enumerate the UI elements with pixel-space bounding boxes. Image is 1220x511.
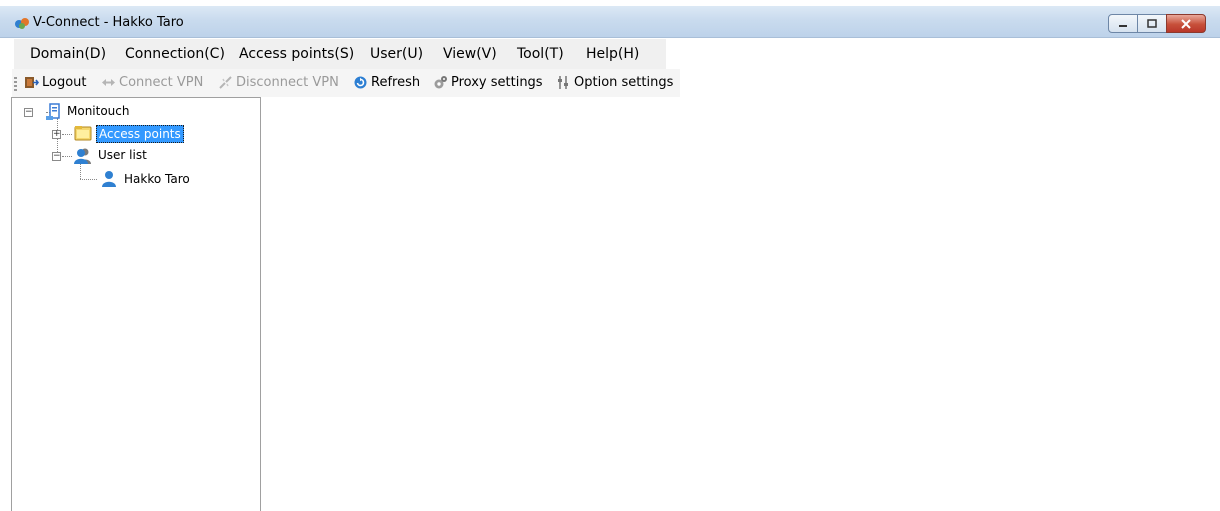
- option-settings-label: Option settings: [574, 75, 674, 90]
- disconnect-vpn-label: Disconnect VPN: [236, 75, 339, 90]
- proxy-settings-button[interactable]: Proxy settings: [433, 75, 543, 90]
- main-content-area: [262, 97, 1220, 511]
- proxy-settings-label: Proxy settings: [451, 75, 543, 90]
- minimize-button[interactable]: [1108, 14, 1138, 33]
- tree-node-access-points[interactable]: Access points: [96, 125, 184, 143]
- tree-node-root[interactable]: Monitouch: [65, 103, 132, 119]
- proxy-settings-icon: [433, 75, 448, 90]
- user-group-icon: [74, 147, 92, 165]
- connect-vpn-button[interactable]: Connect VPN: [101, 75, 203, 90]
- window-controls: [1108, 14, 1206, 33]
- disconnect-vpn-icon: [218, 75, 233, 90]
- refresh-icon: [353, 75, 368, 90]
- tree-node-user[interactable]: Hakko Taro: [122, 171, 192, 187]
- tree-panel[interactable]: − Monitouch + Access points − User list: [11, 97, 261, 511]
- close-icon: [1181, 18, 1191, 29]
- maximize-button[interactable]: [1137, 14, 1167, 33]
- maximize-icon: [1147, 18, 1157, 28]
- connect-vpn-label: Connect VPN: [119, 75, 204, 90]
- toolbar-grip[interactable]: [14, 77, 17, 91]
- menu-view[interactable]: View(V): [443, 46, 497, 62]
- menu-help[interactable]: Help(H): [586, 46, 639, 62]
- user-icon: [100, 170, 118, 188]
- menu-connection[interactable]: Connection(C): [125, 46, 225, 62]
- tree-node-user-list[interactable]: User list: [96, 147, 149, 163]
- logout-label: Logout: [42, 75, 87, 90]
- logout-icon: [24, 75, 40, 90]
- connect-vpn-icon: [101, 75, 116, 90]
- tree-collapse-user-list[interactable]: −: [52, 152, 61, 161]
- window-title: V-Connect - Hakko Taro: [33, 15, 184, 30]
- tree-collapse-root[interactable]: −: [24, 108, 33, 117]
- disconnect-vpn-button[interactable]: Disconnect VPN: [218, 75, 339, 90]
- option-settings-icon: [556, 75, 571, 90]
- menu-user[interactable]: User(U): [370, 46, 423, 62]
- app-icon: [14, 16, 30, 30]
- server-icon: [45, 103, 63, 121]
- close-button[interactable]: [1166, 14, 1206, 33]
- toolbar: Logout Connect VPN Disconnect VPN Refres…: [0, 69, 1220, 97]
- refresh-button[interactable]: Refresh: [353, 75, 420, 90]
- menu-bar: Domain(D) Connection(C) Access points(S)…: [0, 39, 1220, 69]
- menu-domain[interactable]: Domain(D): [30, 46, 106, 62]
- tree-expand-access-points[interactable]: +: [52, 130, 61, 139]
- menu-tool[interactable]: Tool(T): [517, 46, 564, 62]
- folder-icon: [74, 124, 92, 142]
- option-settings-button[interactable]: Option settings: [556, 75, 673, 90]
- refresh-label: Refresh: [371, 75, 421, 90]
- menu-access-points[interactable]: Access points(S): [239, 46, 354, 62]
- title-bar: V-Connect - Hakko Taro: [0, 6, 1220, 38]
- minimize-icon: [1119, 24, 1127, 27]
- logout-button[interactable]: Logout: [24, 75, 87, 90]
